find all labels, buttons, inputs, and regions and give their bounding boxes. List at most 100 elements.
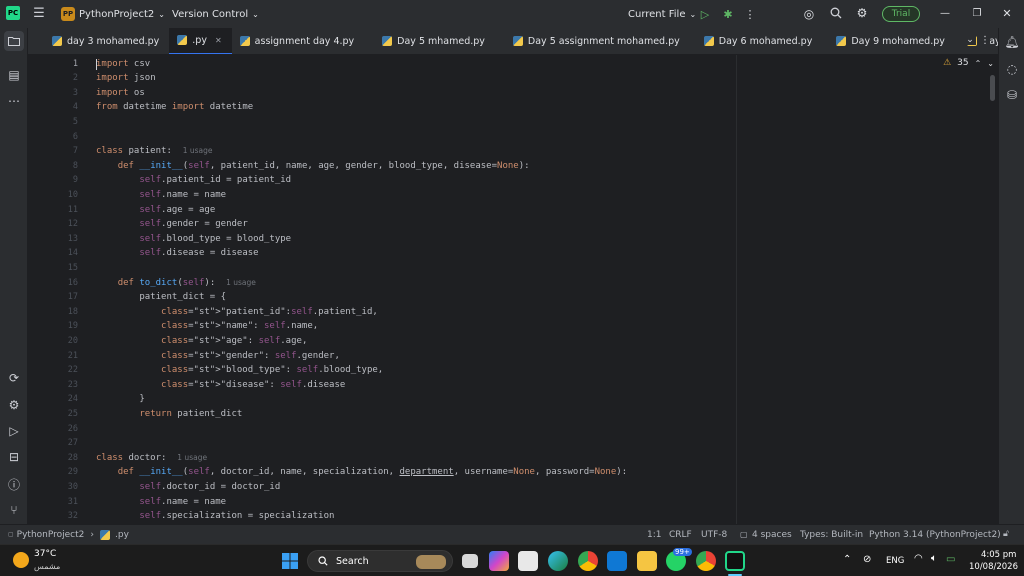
code-line[interactable]: from datetime import datetime: [96, 100, 253, 115]
debug-icon[interactable]: ✱: [721, 7, 735, 21]
code-line[interactable]: self.blood_type = blood_type: [96, 232, 291, 247]
code-line[interactable]: self.gender = gender: [96, 217, 247, 232]
edge-icon[interactable]: [548, 551, 568, 571]
project-folder-icon[interactable]: [4, 31, 24, 51]
wifi-icon[interactable]: ◠: [914, 553, 923, 564]
file-explorer-icon[interactable]: [637, 551, 657, 571]
breadcrumb[interactable]: ▢ PythonProject2 › .py: [8, 525, 129, 545]
code-line[interactable]: self.patient_id = patient_id: [96, 173, 291, 188]
code-line[interactable]: def to_dict(self): 1 usage: [96, 276, 256, 291]
close-icon[interactable]: ✕: [1001, 6, 1013, 20]
code-line[interactable]: class doctor: 1 usage: [96, 451, 207, 466]
file-encoding[interactable]: UTF-8: [701, 530, 727, 540]
meet-now-icon[interactable]: ⊘: [863, 554, 871, 565]
vcs-widget[interactable]: Version Control ⌄: [172, 0, 259, 28]
code-line[interactable]: class patient: 1 usage: [96, 144, 213, 159]
tabs-dropdown-icon[interactable]: ⌄: [964, 35, 976, 45]
run-config-widget[interactable]: Current File ⌄: [628, 0, 696, 28]
indent-setting[interactable]: 4 spaces: [752, 530, 792, 540]
pycharm-icon[interactable]: [725, 551, 745, 571]
chevron-up-icon[interactable]: ⌃: [975, 59, 982, 68]
weather-sun-icon[interactable]: [13, 552, 29, 568]
code-line[interactable]: patient_dict = {: [96, 290, 226, 305]
tab-assignment-day4[interactable]: assignment day 4.py: [232, 28, 365, 54]
battery-icon[interactable]: ▭: [946, 554, 955, 565]
more-tools-icon[interactable]: ⋯: [4, 91, 24, 111]
task-view-icon[interactable]: [462, 554, 478, 568]
minimize-icon[interactable]: —: [939, 6, 951, 20]
outlook-icon[interactable]: [607, 551, 627, 571]
code-line[interactable]: class="st">"name": self.name,: [96, 319, 318, 334]
caret-position[interactable]: 1:1: [647, 530, 661, 540]
code-line[interactable]: self.specialization = specialization: [96, 509, 334, 524]
type-checking[interactable]: Types: Built-in: [800, 530, 863, 540]
code-line[interactable]: }: [96, 392, 144, 407]
code-line[interactable]: import json: [96, 71, 156, 86]
structure-icon[interactable]: ▤: [4, 65, 24, 85]
chevron-down-icon[interactable]: ⌄: [987, 59, 994, 68]
code-line[interactable]: class="st">"blood_type": self.blood_type…: [96, 363, 383, 378]
language-indicator[interactable]: ENG: [886, 556, 904, 566]
ai-chat-icon[interactable]: ◌: [1002, 59, 1022, 79]
scrollbar[interactable]: [990, 75, 995, 101]
interpreter[interactable]: Python 3.14 (PythonProject2): [869, 530, 1001, 540]
problems-icon[interactable]: ⓘ: [4, 474, 24, 494]
code-line[interactable]: def __init__(self, patient_id, name, age…: [96, 159, 530, 174]
usage-hint[interactable]: 1 usage: [183, 146, 213, 155]
line-separator[interactable]: CRLF: [669, 530, 692, 540]
code-line[interactable]: import os: [96, 86, 145, 101]
breadcrumb-project[interactable]: PythonProject2: [17, 530, 85, 540]
code-line[interactable]: class="st">"age": self.age,: [96, 334, 307, 349]
tab-day5-assignment[interactable]: Day 5 assignment mohamed.py: [495, 28, 690, 54]
weather-temp[interactable]: 37°C: [34, 549, 56, 559]
terminal-icon[interactable]: ⊟: [4, 447, 24, 467]
chevron-up-icon[interactable]: ⌃: [843, 554, 851, 565]
code-line[interactable]: self.name = name: [96, 495, 226, 510]
restore-icon[interactable]: ❐: [971, 6, 983, 20]
run-icon[interactable]: ▷: [699, 7, 711, 21]
clock-date[interactable]: 10/08/2026: [969, 562, 1018, 572]
code-line[interactable]: self.age = age: [96, 203, 215, 218]
code-line[interactable]: self.disease = disease: [96, 246, 258, 261]
code-line[interactable]: return patient_dict: [96, 407, 242, 422]
copilot-icon[interactable]: [489, 551, 509, 571]
notifications-icon[interactable]: 🔔︎: [1002, 32, 1022, 52]
ai-assistant-icon[interactable]: ◎: [802, 7, 816, 21]
start-icon[interactable]: [282, 553, 298, 569]
trial-button[interactable]: Trial: [882, 6, 920, 22]
chrome-profile-icon[interactable]: [696, 551, 716, 571]
tab-day5[interactable]: Day 5 mhamed.py: [364, 28, 495, 54]
code-line[interactable]: import csv: [96, 57, 150, 72]
run-tool-icon[interactable]: ▷: [4, 421, 24, 441]
tab-day3[interactable]: day 3 mohamed.py: [28, 28, 169, 54]
code-line[interactable]: class="st">"disease": self.disease: [96, 378, 345, 393]
tab-day10[interactable]: Day 10 moham: [955, 28, 998, 54]
breadcrumb-file[interactable]: .py: [115, 530, 129, 540]
close-tab-icon[interactable]: ✕: [215, 36, 222, 45]
python-packages-icon[interactable]: ⟳: [4, 368, 24, 388]
lock-icon[interactable]: 🔓︎: [1003, 529, 1009, 539]
clock-time[interactable]: 4:05 pm: [981, 550, 1016, 560]
database-icon[interactable]: ⛁: [1002, 85, 1022, 105]
services-icon[interactable]: ⚙: [4, 395, 24, 415]
tab-day6[interactable]: Day 6 mohamed.py: [690, 28, 823, 54]
code-line[interactable]: self.doctor_id = doctor_id: [96, 480, 280, 495]
code-editor[interactable]: 1 2 3 4 5 6 7 8 9 10 11 12 13 14 15 16 17 18 19 20 21 22 23 24 2…: [28, 55, 998, 524]
code-line[interactable]: self.name = name: [96, 188, 226, 203]
tabs-more-icon[interactable]: ⋮: [980, 35, 990, 46]
search-icon[interactable]: [829, 6, 843, 20]
git-icon[interactable]: ⑂: [4, 500, 24, 520]
app-logo[interactable]: PC: [6, 6, 20, 20]
main-menu-icon[interactable]: ☰: [32, 6, 46, 21]
taskbar-search[interactable]: Search: [307, 550, 453, 572]
project-widget[interactable]: PP PythonProject2 ⌄: [61, 0, 165, 28]
code-line[interactable]: class="st">"gender": self.gender,: [96, 349, 340, 364]
usage-hint[interactable]: 1 usage: [226, 278, 256, 287]
code-line[interactable]: class="st">"patient_id":self.patient_id,: [96, 305, 378, 320]
tab-day9[interactable]: Day 9 mohamed.py: [822, 28, 955, 54]
usage-hint[interactable]: 1 usage: [177, 453, 207, 462]
store-icon[interactable]: [518, 551, 538, 571]
chrome-icon[interactable]: [578, 551, 598, 571]
settings-icon[interactable]: ⚙: [855, 6, 869, 20]
code-line[interactable]: def __init__(self, doctor_id, name, spec…: [96, 465, 627, 480]
